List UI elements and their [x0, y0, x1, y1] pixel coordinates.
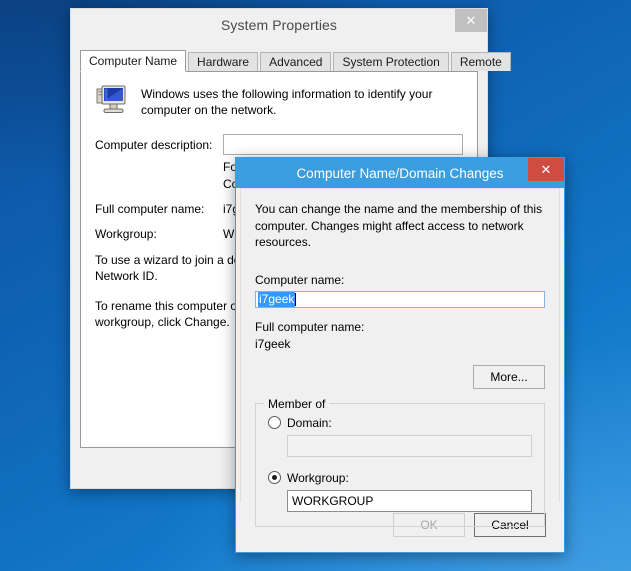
tab-strip: Computer Name Hardware Advanced System P… [80, 49, 511, 72]
workgroup-input[interactable]: WORKGROUP [287, 489, 532, 512]
full-computer-name-label: Full computer name: [255, 319, 365, 334]
close-icon[interactable]: ✕ [455, 9, 487, 32]
intro-text: Windows uses the following information t… [141, 87, 433, 118]
full-computer-name-label: Full computer name: [95, 201, 205, 216]
full-computer-name-value: i7geek [255, 336, 291, 351]
computer-description-row: Computer description: [95, 134, 463, 156]
dialog-body: You can change the name and the membersh… [240, 188, 560, 527]
tab-hardware[interactable]: Hardware [188, 52, 259, 71]
domain-radio-label: Domain: [287, 415, 332, 430]
close-icon[interactable]: ✕ [528, 158, 564, 181]
computer-description-input[interactable] [223, 134, 463, 156]
full-computer-name-block: Full computer name: i7geek [255, 320, 545, 351]
computer-description-label: Computer description: [95, 137, 213, 152]
window-title: System Properties [220, 17, 338, 33]
domain-radio-row[interactable]: Domain: [268, 416, 532, 430]
workgroup-radio-button[interactable] [268, 471, 281, 485]
computer-name-label: Computer name: [255, 272, 345, 287]
computer-monitor-icon [95, 84, 129, 116]
member-of-label: Member of [264, 396, 330, 411]
computer-name-value: i7geek [258, 291, 296, 307]
tab-advanced[interactable]: Advanced [260, 52, 332, 71]
domain-radio-button[interactable] [268, 416, 281, 430]
intro-section: Windows uses the following information t… [95, 84, 463, 118]
domain-input[interactable] [287, 434, 532, 457]
more-button[interactable]: More... [473, 364, 545, 389]
dialog-description: You can change the name and the membersh… [255, 202, 543, 250]
tab-computer-name[interactable]: Computer Name [80, 50, 187, 72]
workgroup-label: Workgroup: [95, 226, 157, 241]
computer-name-domain-changes-dialog: Computer Name/Domain Changes ✕ You can c… [235, 157, 565, 553]
dialog-titlebar: Computer Name/Domain Changes ✕ [236, 158, 564, 188]
member-of-groupbox: Member of Domain: Workgroup: WORKGROUP [255, 396, 545, 527]
more-button-row: More... [255, 364, 545, 389]
workgroup-radio-label: Workgroup: [287, 470, 349, 485]
tab-system-protection[interactable]: System Protection [333, 52, 449, 71]
system-properties-titlebar: System Properties ✕ [71, 9, 487, 41]
tab-remote[interactable]: Remote [450, 52, 511, 71]
dialog-title: Computer Name/Domain Changes [296, 165, 504, 181]
workgroup-radio-row[interactable]: Workgroup: [268, 471, 532, 485]
text-caret [295, 292, 297, 306]
computer-name-input[interactable]: i7geek [255, 290, 545, 308]
